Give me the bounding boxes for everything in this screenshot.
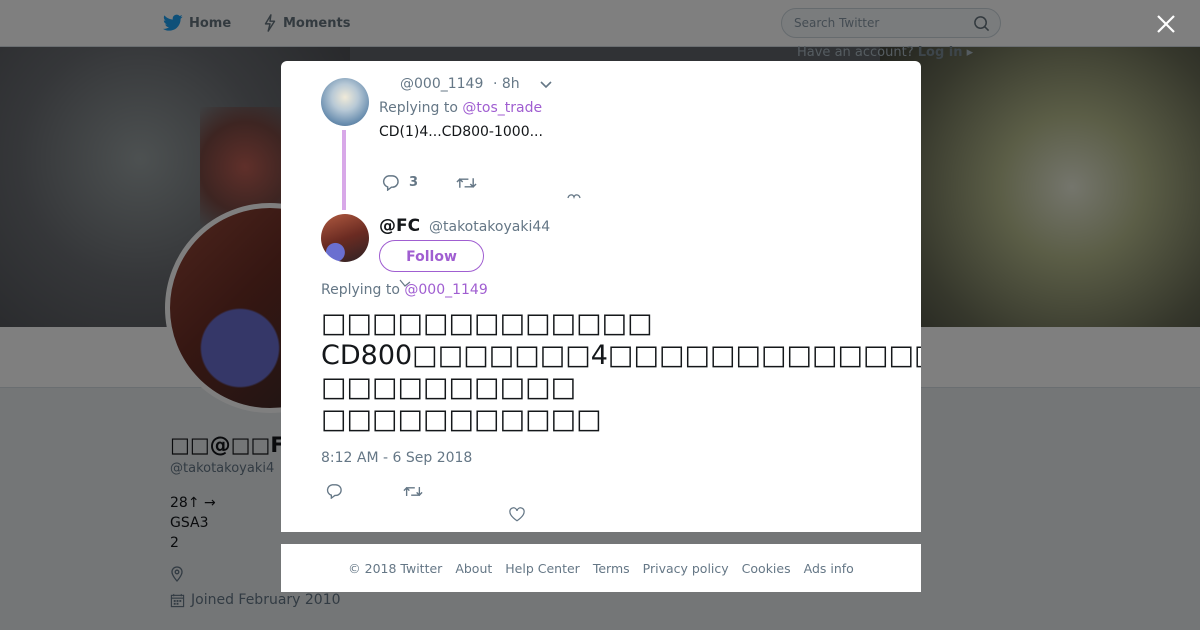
footer-link-terms[interactable]: Terms <box>593 561 630 576</box>
replying-to-link[interactable]: @000_1149 <box>404 282 487 298</box>
tweet-timestamp[interactable]: 8:12 AM - 6 Sep 2018 <box>321 450 472 466</box>
parent-replying-to: Replying to @tos_trade <box>379 100 542 116</box>
modal-footer: © 2018 Twitter About Help Center Terms P… <box>281 544 921 592</box>
footer-link-help-center[interactable]: Help Center <box>505 561 580 576</box>
parent-tweet-actions: 3 <box>381 174 477 191</box>
retweet-icon[interactable] <box>456 175 477 191</box>
chevron-down-icon[interactable] <box>539 80 553 90</box>
parent-tweet-text: CD(1)4...CD800-1000... <box>379 124 543 140</box>
footer-link-about[interactable]: About <box>455 561 492 576</box>
footer-link-ads-info[interactable]: Ads info <box>804 561 854 576</box>
close-icon[interactable] <box>1154 12 1178 36</box>
reply-count: 3 <box>409 175 419 190</box>
follow-button[interactable]: Follow <box>379 240 484 272</box>
heart-icon[interactable] <box>567 193 581 199</box>
thread-connector <box>342 130 346 210</box>
tweet-text: □□□□□□□□□□□□□ CD800□□□□□□□4□□□□□□□□□□□□ □… <box>321 308 921 435</box>
replying-label: Replying to <box>321 282 400 298</box>
parent-tweet-avatar[interactable] <box>321 78 369 126</box>
tweet-permalink-modal: @000_1149 · 8h Replying to @tos_trade CD… <box>281 61 921 532</box>
replying-to-link[interactable]: @tos_trade <box>462 100 542 116</box>
heart-icon[interactable] <box>509 507 525 522</box>
tweet-replying-to: Replying to @000_1149 <box>321 282 488 298</box>
reply-icon[interactable] <box>381 174 400 191</box>
reply-icon[interactable] <box>325 483 343 499</box>
tweet-actions <box>325 483 423 499</box>
footer-link-privacy[interactable]: Privacy policy <box>643 561 729 576</box>
replying-label: Replying to <box>379 100 458 116</box>
footer-link-cookies[interactable]: Cookies <box>742 561 791 576</box>
tweet-author-name[interactable]: @FC <box>379 216 420 236</box>
tweet-author-handle[interactable]: @takotakoyaki44 <box>429 219 550 235</box>
parent-tweet-time[interactable]: · 8h <box>493 76 520 92</box>
tweet-author-avatar[interactable] <box>321 214 369 262</box>
retweet-icon[interactable] <box>403 484 423 499</box>
parent-tweet-handle[interactable]: @000_1149 <box>400 76 483 92</box>
copyright: © 2018 Twitter <box>348 560 443 576</box>
